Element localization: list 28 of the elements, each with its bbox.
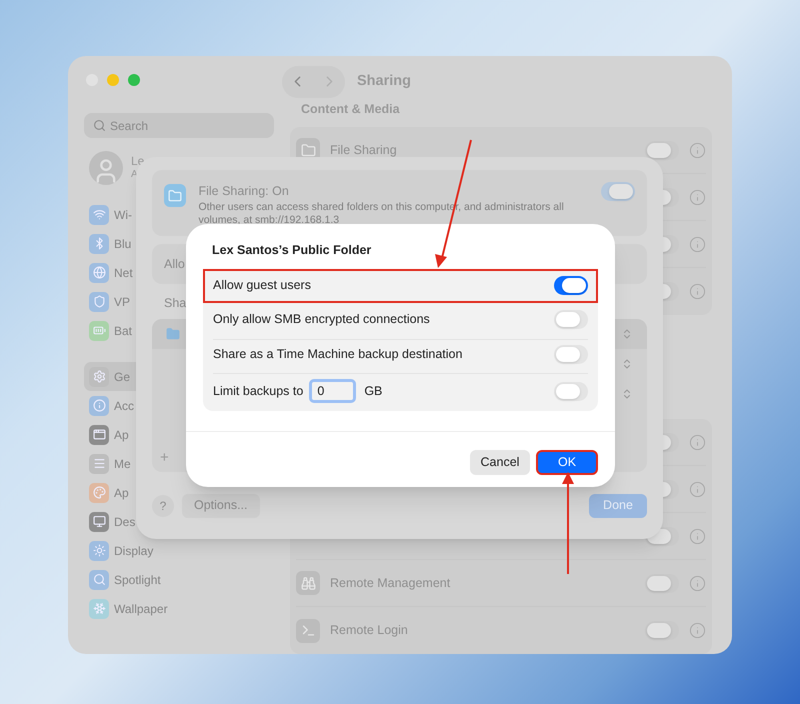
sidebar-label: Acc	[114, 398, 134, 414]
sidebar-label: Net	[114, 264, 133, 282]
sidebar-label: Wi-	[114, 206, 132, 224]
sheet-title: File Sharing: On	[198, 183, 290, 200]
option-label: Limit backups to	[213, 382, 304, 400]
dialog-title: Lex Santos’s Public Folder	[212, 242, 372, 259]
sidebar-label: Me	[114, 456, 131, 472]
list-title: Sha	[164, 295, 188, 312]
row-label: Remote Management	[330, 574, 450, 592]
sidebar-label: VP	[114, 294, 130, 310]
sidebar-label: Blu	[114, 236, 132, 252]
row-label: File Sharing	[330, 142, 397, 159]
sidebar-label: Spotlight	[114, 572, 161, 588]
sidebar-label: Display	[114, 542, 154, 560]
row-label: Remote Login	[330, 622, 408, 640]
sidebar-label: Ge	[114, 368, 130, 386]
sidebar-label: Ap	[114, 426, 129, 444]
option-label: Allow guest users	[213, 277, 311, 294]
section-title: Content & Media	[301, 101, 401, 118]
row-label: Allo	[164, 256, 185, 273]
window-title: Sharing	[357, 72, 411, 91]
sidebar-label: Wallpaper	[114, 600, 168, 618]
sidebar-label: Bat	[114, 322, 132, 340]
unit-label: GB	[364, 382, 382, 400]
sidebar-label: Ap	[114, 484, 129, 502]
sidebar-label: Des	[114, 514, 136, 530]
option-label: Share as a Time Machine backup destination	[213, 346, 462, 363]
option-label: Only allow SMB encrypted connections	[213, 311, 430, 328]
